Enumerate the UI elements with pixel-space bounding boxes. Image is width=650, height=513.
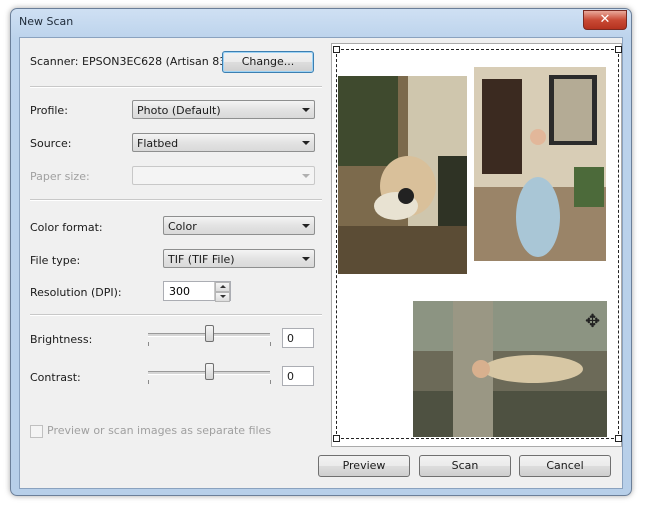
- spin-up-icon[interactable]: [215, 282, 230, 292]
- scan-preview-pane[interactable]: ✥: [331, 43, 622, 447]
- brightness-value[interactable]: 0: [282, 328, 314, 348]
- spin-down-icon[interactable]: [215, 292, 230, 302]
- paper-size-label: Paper size:: [30, 170, 90, 183]
- slider-tick: [270, 380, 271, 384]
- resolution-stepper[interactable]: [214, 282, 230, 302]
- resize-handle[interactable]: [333, 46, 340, 53]
- new-scan-window: New Scan ✕ Scanner: EPSON3EC628 (Artisan…: [10, 8, 632, 496]
- separator: [30, 314, 322, 316]
- file-type-dropdown[interactable]: TIF (TIF File): [163, 249, 315, 268]
- move-cursor-icon: ✥: [585, 311, 601, 332]
- slider-tick: [148, 380, 149, 384]
- contrast-label: Contrast:: [30, 371, 81, 384]
- preview-button[interactable]: Preview: [318, 455, 410, 477]
- source-label: Source:: [30, 137, 72, 150]
- separator: [30, 86, 322, 88]
- profile-value: Photo (Default): [137, 104, 221, 117]
- slider-tick: [148, 342, 149, 346]
- chevron-down-icon: [302, 108, 310, 112]
- separator: [30, 199, 322, 201]
- window-title: New Scan: [19, 15, 74, 28]
- color-format-dropdown[interactable]: Color: [163, 216, 315, 235]
- close-button[interactable]: ✕: [583, 10, 627, 30]
- profile-label: Profile:: [30, 104, 68, 117]
- chevron-down-icon: [302, 174, 310, 178]
- separate-files-checkbox: [30, 425, 43, 438]
- chevron-down-icon: [302, 257, 310, 261]
- brightness-label: Brightness:: [30, 333, 93, 346]
- color-format-label: Color format:: [30, 221, 103, 234]
- chevron-down-icon: [302, 141, 310, 145]
- scanner-label: Scanner: EPSON3EC628 (Artisan 837): [30, 55, 238, 68]
- resize-handle[interactable]: [333, 435, 340, 442]
- resize-handle[interactable]: [615, 46, 622, 53]
- resolution-input[interactable]: [167, 284, 211, 299]
- profile-dropdown[interactable]: Photo (Default): [132, 100, 315, 119]
- cancel-button[interactable]: Cancel: [519, 455, 611, 477]
- file-type-value: TIF (TIF File): [168, 253, 235, 266]
- resize-handle[interactable]: [615, 435, 622, 442]
- brightness-slider-thumb[interactable]: [204, 325, 214, 342]
- scan-selection-marquee[interactable]: [333, 46, 622, 442]
- change-scanner-button[interactable]: Change...: [222, 51, 314, 73]
- source-dropdown[interactable]: Flatbed: [132, 133, 315, 152]
- chevron-down-icon: [302, 224, 310, 228]
- contrast-value[interactable]: 0: [282, 366, 314, 386]
- resolution-label: Resolution (DPI):: [30, 286, 122, 299]
- paper-size-dropdown: [132, 166, 315, 185]
- slider-tick: [270, 342, 271, 346]
- separate-files-label: Preview or scan images as separate files: [47, 424, 272, 437]
- contrast-slider-thumb[interactable]: [204, 363, 214, 380]
- color-format-value: Color: [168, 220, 197, 233]
- file-type-label: File type:: [30, 254, 81, 267]
- resolution-spinbox[interactable]: [163, 281, 231, 302]
- scan-button[interactable]: Scan: [419, 455, 511, 477]
- close-icon: ✕: [599, 12, 611, 27]
- source-value: Flatbed: [137, 137, 179, 150]
- dialog-client-area: Scanner: EPSON3EC628 (Artisan 837) Chang…: [19, 37, 623, 489]
